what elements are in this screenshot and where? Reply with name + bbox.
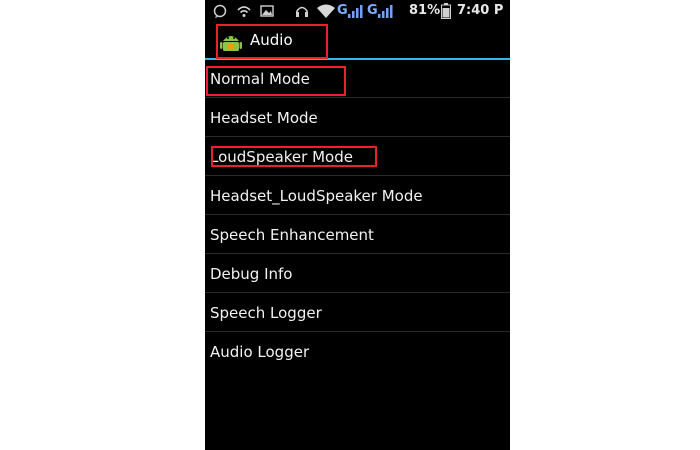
list-item-label: Headset Mode [210, 109, 318, 127]
list-item-headset-mode[interactable]: Headset Mode [205, 99, 510, 137]
action-bar: Audio [205, 22, 510, 58]
list-item-label: LoudSpeaker Mode [210, 148, 353, 166]
list-item-normal-mode[interactable]: Normal Mode [205, 60, 510, 98]
phone-screen: G G 81% 7:40 P Audio Normal Mode Headset… [205, 0, 510, 450]
list-item-label: Speech Enhancement [210, 226, 374, 244]
list-item-label: Speech Logger [210, 304, 322, 322]
image-icon [260, 5, 274, 17]
list-item-label: Audio Logger [210, 343, 310, 361]
battery-icon [441, 3, 451, 19]
list-item-headset-loudspeaker-mode[interactable]: Headset_LoudSpeaker Mode [205, 177, 510, 215]
list-item-speech-logger[interactable]: Speech Logger [205, 294, 510, 332]
list-item-label: Debug Info [210, 265, 293, 283]
list-item-loudspeaker-mode[interactable]: LoudSpeaker Mode [205, 138, 510, 176]
list-item-speech-enhancement[interactable]: Speech Enhancement [205, 216, 510, 254]
list-item-audio-logger[interactable]: Audio Logger [205, 333, 510, 371]
whatsapp-icon [213, 4, 227, 18]
list-item-debug-info[interactable]: Debug Info [205, 255, 510, 293]
status-bar: G G 81% 7:40 P [205, 0, 510, 22]
list-item-label: Headset_LoudSpeaker Mode [210, 187, 423, 205]
wifi-icon [317, 4, 335, 18]
signal-icon-1 [348, 5, 363, 18]
page-title: Audio [250, 31, 293, 49]
wifi-small-icon [237, 6, 251, 17]
battery-percent: 81% [409, 3, 441, 18]
headset-icon [296, 6, 308, 17]
signal-icon-2 [378, 5, 393, 18]
list-item-label: Normal Mode [210, 70, 310, 88]
clock: 7:40 P [457, 3, 504, 18]
android-robot-icon [220, 36, 242, 51]
